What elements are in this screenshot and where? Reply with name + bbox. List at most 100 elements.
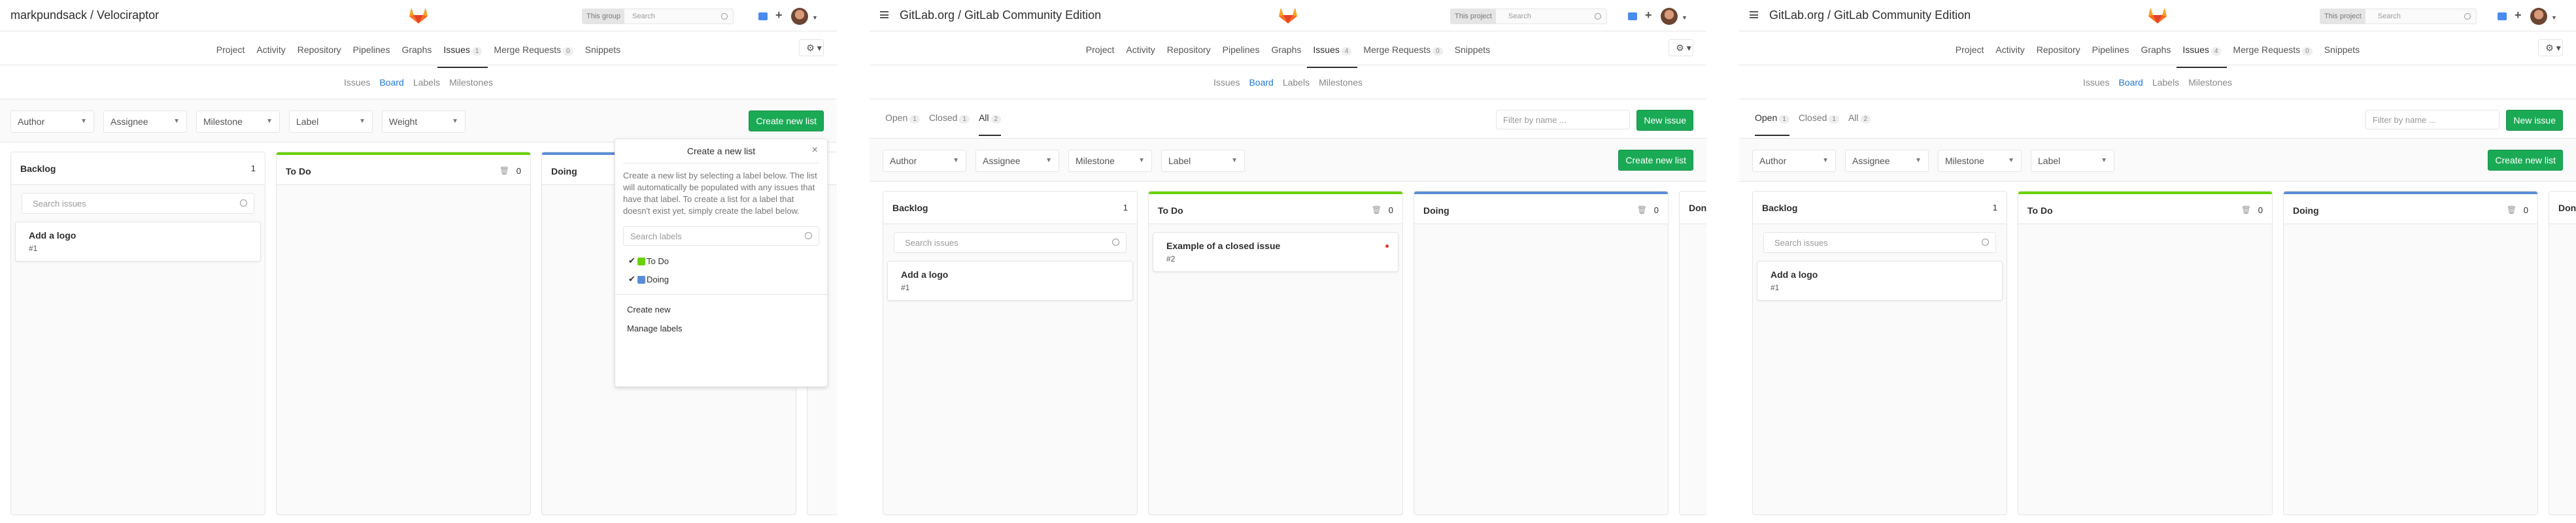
hamburger-menu-icon[interactable] (880, 11, 889, 18)
trash-icon[interactable]: 🗑 (500, 166, 509, 175)
subnav-milestones[interactable]: Milestones (2188, 77, 2232, 88)
nav-merge-requests[interactable]: Merge Requests 0 (488, 41, 579, 68)
label-option-doing[interactable]: ✔ Doing (615, 271, 827, 289)
issue-card[interactable]: Add a logo #1 (15, 222, 261, 262)
weight-dropdown[interactable]: Weight ▼ (382, 110, 466, 133)
nav-project[interactable]: Project (211, 41, 251, 68)
nav-issues[interactable]: Issues 4 (1307, 41, 1358, 68)
trash-icon[interactable]: 🗑 (2241, 205, 2251, 214)
issue-card[interactable]: Add a logo #1 (887, 261, 1133, 301)
subnav-board[interactable]: Board (2118, 77, 2143, 88)
nav-merge-requests[interactable]: Merge Requests 0 (2227, 41, 2318, 68)
manage-labels-link[interactable]: Manage labels (615, 319, 827, 338)
subnav-board[interactable]: Board (1249, 77, 1273, 88)
tab-all[interactable]: All 2 (1848, 112, 1871, 136)
issue-card[interactable]: Example of a closed issue #2 (1153, 232, 1398, 272)
nav-activity[interactable]: Activity (1990, 41, 2030, 68)
tab-closed[interactable]: Closed 1 (929, 112, 970, 136)
create-new-list-button[interactable]: Create new list (2488, 150, 2563, 171)
list-search-input[interactable]: Search issues (894, 232, 1127, 253)
chevron-down-icon[interactable]: ▼ (1682, 14, 1687, 21)
list-search-input[interactable]: Search issues (1763, 232, 1996, 253)
nav-pipelines[interactable]: Pipelines (2086, 41, 2135, 68)
nav-merge-requests[interactable]: Merge Requests 0 (1357, 41, 1448, 68)
settings-gear-icon[interactable]: ⚙ ▾ (799, 39, 824, 56)
nav-issues[interactable]: Issues 1 (437, 41, 488, 68)
nav-repository[interactable]: Repository (2031, 41, 2086, 68)
avatar[interactable] (791, 8, 808, 25)
nav-pipelines[interactable]: Pipelines (347, 41, 396, 68)
nav-activity[interactable]: Activity (1120, 41, 1161, 68)
assignee-dropdown[interactable]: Assignee ▼ (1845, 150, 1929, 172)
author-dropdown[interactable]: Author ▼ (10, 110, 94, 133)
plus-icon[interactable]: + (1645, 8, 1652, 22)
project-title[interactable]: GitLab.org / GitLab Community Edition (900, 8, 1101, 22)
new-issue-button[interactable]: New issue (1636, 110, 1693, 131)
close-icon[interactable]: × (812, 144, 818, 156)
label-dropdown[interactable]: Label ▼ (1161, 150, 1245, 172)
gitlab-logo-icon[interactable] (2148, 6, 2167, 24)
trash-icon[interactable]: 🗑 (1637, 205, 1647, 214)
gitlab-logo-icon[interactable] (1278, 6, 1298, 24)
subnav-milestones[interactable]: Milestones (449, 77, 493, 88)
chevron-down-icon[interactable]: ▼ (2551, 14, 2557, 21)
create-new-label-link[interactable]: Create new (615, 300, 827, 319)
card-title[interactable]: Example of a closed issue (1166, 241, 1385, 251)
assignee-dropdown[interactable]: Assignee ▼ (103, 110, 187, 133)
nav-pipelines[interactable]: Pipelines (1217, 41, 1266, 68)
label-dropdown[interactable]: Label ▼ (289, 110, 373, 133)
assignee-dropdown[interactable]: Assignee ▼ (975, 150, 1059, 172)
hamburger-menu-icon[interactable] (1750, 11, 1758, 18)
create-new-list-button[interactable]: Create new list (749, 110, 824, 131)
nav-snippets[interactable]: Snippets (1449, 41, 1496, 68)
author-dropdown[interactable]: Author ▼ (1752, 150, 1836, 172)
author-dropdown[interactable]: Author ▼ (883, 150, 966, 172)
tab-all[interactable]: All 2 (978, 112, 1002, 136)
settings-gear-icon[interactable]: ⚙ ▾ (1669, 39, 1693, 56)
nav-graphs[interactable]: Graphs (1265, 41, 1307, 68)
label-dropdown[interactable]: Label ▼ (2031, 150, 2114, 172)
milestone-dropdown[interactable]: Milestone ▼ (196, 110, 280, 133)
nav-project[interactable]: Project (1080, 41, 1121, 68)
settings-gear-icon[interactable]: ⚙ ▾ (2538, 39, 2563, 56)
avatar[interactable] (2530, 8, 2547, 25)
filter-by-name-input[interactable]: Filter by name ... (2365, 110, 2500, 129)
tab-closed[interactable]: Closed 1 (1799, 112, 1839, 136)
tab-open[interactable]: Open 1 (1755, 112, 1789, 136)
subnav-labels[interactable]: Labels (2152, 77, 2179, 88)
subnav-board[interactable]: Board (379, 77, 403, 88)
nav-repository[interactable]: Repository (292, 41, 347, 68)
tab-open[interactable]: Open 1 (885, 112, 920, 136)
trash-icon[interactable]: 🗑 (2507, 205, 2517, 214)
filter-by-name-input[interactable]: Filter by name ... (1496, 110, 1630, 129)
project-title[interactable]: GitLab.org / GitLab Community Edition (1769, 8, 1971, 22)
nav-activity[interactable]: Activity (250, 41, 291, 68)
search-box[interactable]: This group Search (582, 8, 734, 24)
create-new-list-button[interactable]: Create new list (1618, 150, 1693, 171)
subnav-issues[interactable]: Issues (344, 77, 370, 88)
project-title[interactable]: markpundsack / Velociraptor (10, 8, 159, 22)
list-search-input[interactable]: Search issues (22, 193, 254, 214)
nav-graphs[interactable]: Graphs (2135, 41, 2177, 68)
card-title[interactable]: Add a logo (29, 230, 247, 241)
nav-repository[interactable]: Repository (1161, 41, 1217, 68)
plus-icon[interactable]: + (775, 8, 783, 22)
milestone-dropdown[interactable]: Milestone ▼ (1068, 150, 1152, 172)
avatar[interactable] (1661, 8, 1678, 25)
subnav-issues[interactable]: Issues (2083, 77, 2109, 88)
plus-icon[interactable]: + (2515, 8, 2522, 22)
subnav-milestones[interactable]: Milestones (1319, 77, 1363, 88)
todos-icon[interactable] (758, 12, 768, 20)
nav-snippets[interactable]: Snippets (2318, 41, 2365, 68)
todos-icon[interactable] (1628, 12, 1637, 20)
subnav-labels[interactable]: Labels (413, 77, 440, 88)
card-title[interactable]: Add a logo (901, 269, 1119, 280)
nav-issues[interactable]: Issues 4 (2177, 41, 2228, 68)
nav-graphs[interactable]: Graphs (396, 41, 437, 68)
milestone-dropdown[interactable]: Milestone ▼ (1938, 150, 2022, 172)
gitlab-logo-icon[interactable] (409, 6, 428, 24)
label-search-input[interactable]: Search labels (623, 226, 819, 246)
search-box[interactable]: This project Search (1450, 8, 1607, 24)
issue-card[interactable]: Add a logo #1 (1757, 261, 2003, 301)
search-box[interactable]: This project Search (2320, 8, 2477, 24)
